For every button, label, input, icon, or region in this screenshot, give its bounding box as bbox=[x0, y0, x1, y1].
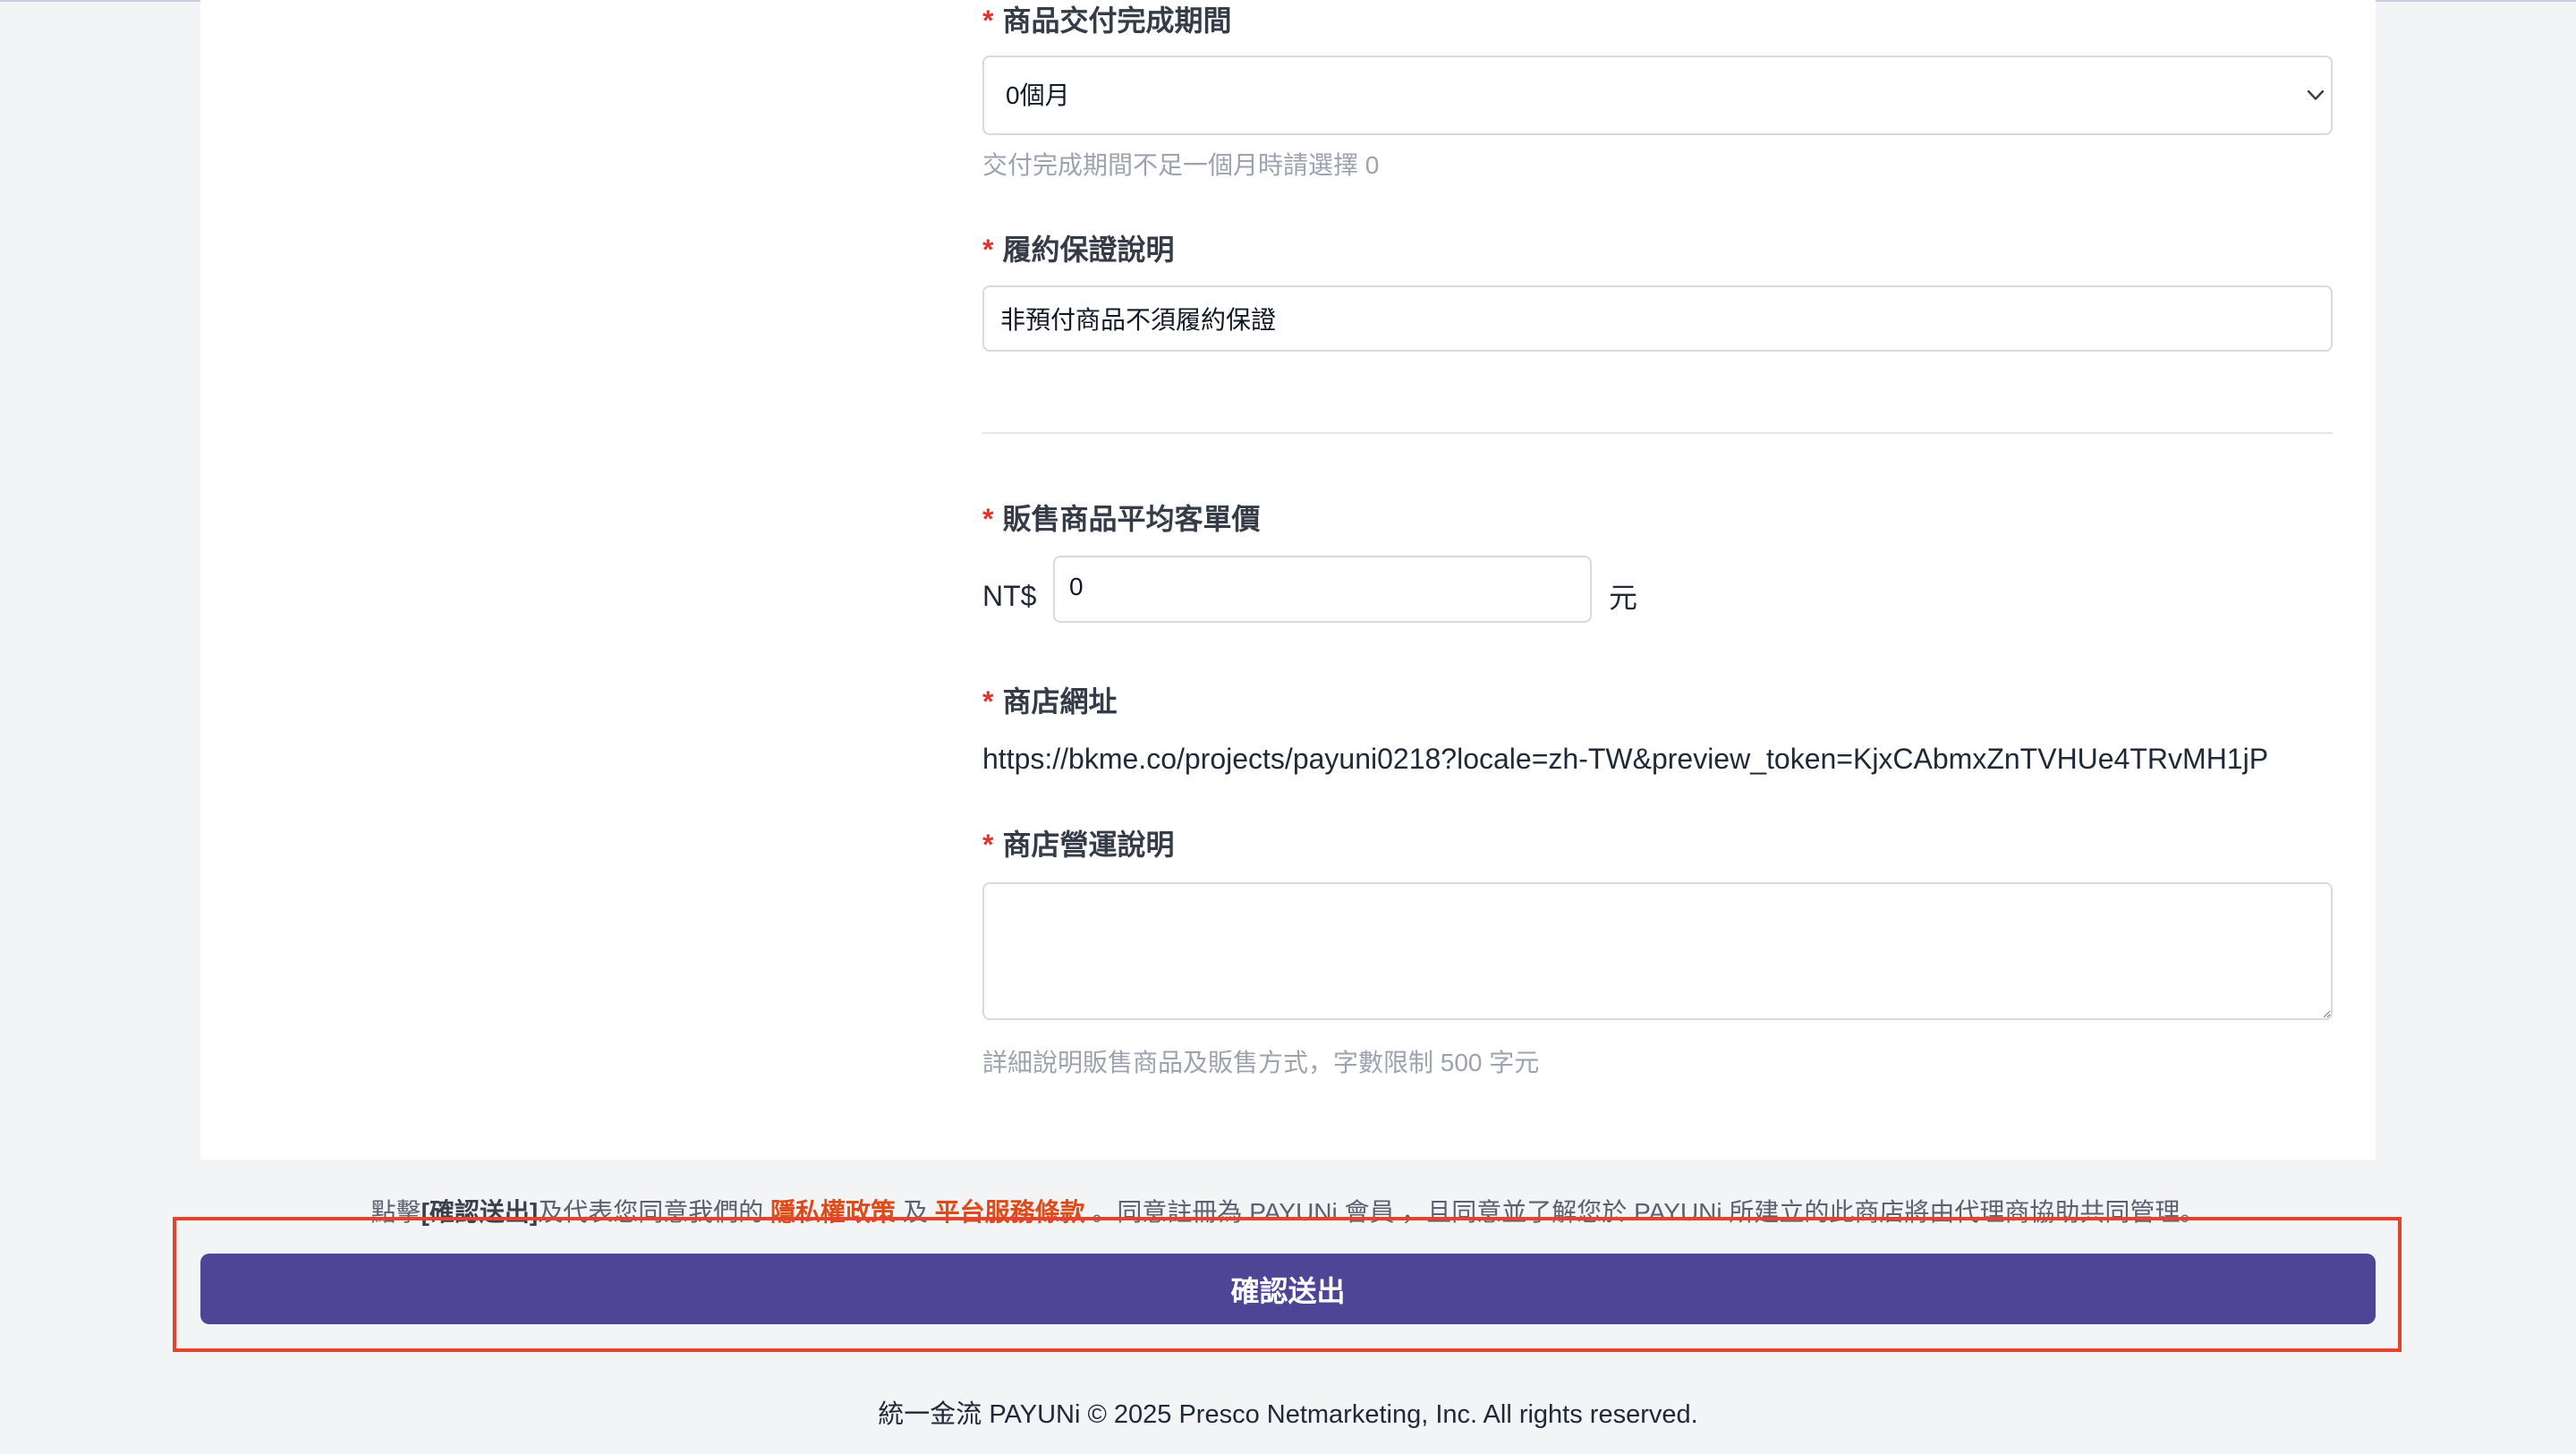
store-url-label-text: 商店網址 bbox=[1002, 685, 1118, 718]
performance-guarantee-label-text: 履約保證說明 bbox=[1002, 234, 1175, 266]
performance-guarantee-label: * 履約保證說明 bbox=[982, 232, 1174, 268]
store-form-card: * 商品交付完成期間 0個月 交付完成期間不足一個月時請選擇 0 * 履約保證說明 … bbox=[200, 0, 2376, 1160]
required-mark: * bbox=[982, 234, 994, 266]
performance-guarantee-input[interactable] bbox=[982, 285, 2333, 352]
privacy-policy-link[interactable]: 隱私權政策 bbox=[770, 1198, 896, 1226]
currency-suffix: 元 bbox=[1609, 582, 1638, 614]
store-description-help: 詳細說明販售商品及販售方式，字數限制 500 字元 bbox=[982, 1049, 1540, 1076]
required-mark: * bbox=[982, 829, 994, 861]
required-mark: * bbox=[982, 685, 994, 718]
terms-of-service-link[interactable]: 平台服務條款 bbox=[935, 1198, 1085, 1226]
delivery-period-label: * 商品交付完成期間 bbox=[982, 3, 1231, 38]
store-description-textarea[interactable] bbox=[982, 882, 2333, 1020]
agreement-text: 點擊[確認送出]及代表您同意我們的 隱私權政策 及 平台服務條款 。同意註冊為 … bbox=[0, 1196, 2576, 1229]
page: * 商品交付完成期間 0個月 交付完成期間不足一個月時請選擇 0 * 履約保證說明 … bbox=[0, 0, 2576, 1454]
delivery-period-select[interactable]: 0個月 bbox=[982, 55, 2333, 135]
footer-copyright: 統一金流 PAYUNi © 2025 Presco Netmarketing, … bbox=[878, 1400, 1698, 1429]
agreement-conjunction: 及 bbox=[896, 1198, 935, 1226]
store-description-label-text: 商店營運說明 bbox=[1002, 829, 1175, 861]
required-mark: * bbox=[982, 503, 994, 535]
delivery-period-help: 交付完成期間不足一個月時請選擇 0 bbox=[982, 151, 1380, 179]
agreement-prefix: 點擊 bbox=[370, 1198, 421, 1226]
required-mark: * bbox=[982, 4, 994, 37]
store-url-label: * 商店網址 bbox=[982, 684, 1117, 719]
store-url-value: https://bkme.co/projects/payuni0218?loca… bbox=[982, 743, 2269, 775]
average-price-label-text: 販售商品平均客單價 bbox=[1002, 503, 1261, 535]
average-price-input[interactable] bbox=[1053, 556, 1592, 623]
delivery-period-select-wrapper: 0個月 bbox=[982, 55, 2333, 135]
agreement-action-name: [確認送出] bbox=[421, 1198, 539, 1226]
agreement-text-part-1: 及代表您同意我們的 bbox=[538, 1198, 771, 1226]
section-divider bbox=[982, 432, 2333, 434]
currency-prefix: NT$ bbox=[982, 580, 1037, 612]
delivery-period-label-text: 商品交付完成期間 bbox=[1002, 4, 1232, 37]
agreement-text-part-2: 。同意註冊為 PAYUNi 會員 ，且同意並了解您於 PAYUNi 所建立的此商… bbox=[1084, 1198, 2206, 1226]
submit-button[interactable]: 確認送出 bbox=[200, 1254, 2376, 1324]
average-price-label: * 販售商品平均客單價 bbox=[982, 501, 1260, 537]
store-description-label: * 商店營運說明 bbox=[982, 827, 1174, 863]
